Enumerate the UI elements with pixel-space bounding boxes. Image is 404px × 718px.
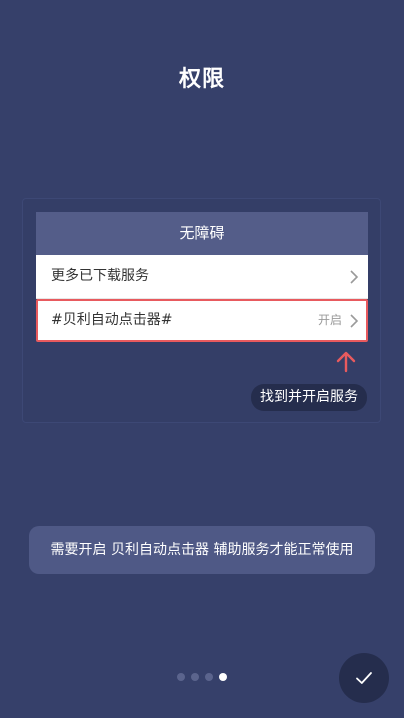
arrow-up-icon (336, 351, 356, 373)
page-dot-active (219, 673, 227, 681)
page-dot (177, 673, 185, 681)
permission-guide-card: 无障碍 更多已下载服务 #贝利自动点击器# 开启 找到并开启服务 (22, 198, 381, 423)
service-required-notice: 需要开启 贝利自动点击器 辅助服务才能正常使用 (29, 526, 375, 574)
find-service-tip: 找到并开启服务 (251, 384, 367, 411)
chevron-right-icon (350, 314, 359, 328)
auto-clicker-service-row: #贝利自动点击器# 开启 (36, 299, 368, 342)
row-label: 更多已下载服务 (51, 268, 149, 284)
done-button[interactable] (339, 653, 389, 703)
row-label: #贝利自动点击器# (51, 312, 173, 328)
checkmark-icon (356, 672, 372, 684)
accessibility-settings-preview: 无障碍 更多已下载服务 #贝利自动点击器# 开启 (36, 212, 368, 342)
page-dot (191, 673, 199, 681)
more-downloaded-services-row: 更多已下载服务 (36, 255, 368, 298)
service-status: 开启 (317, 313, 342, 327)
page-dot (205, 673, 213, 681)
page-title: 权限 (178, 67, 225, 92)
accessibility-header: 无障碍 (36, 212, 368, 255)
chevron-right-icon (350, 270, 359, 284)
